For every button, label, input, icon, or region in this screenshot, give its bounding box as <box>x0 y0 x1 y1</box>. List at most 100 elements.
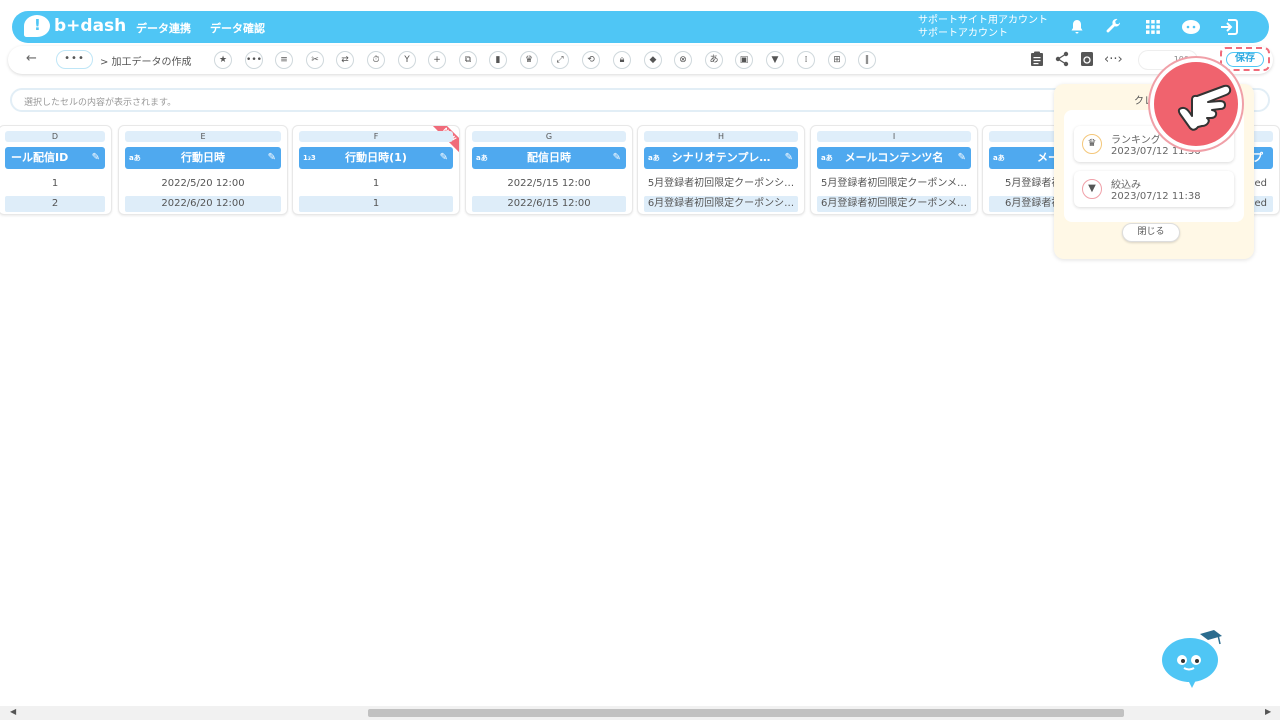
mascot-chat-icon[interactable] <box>1180 17 1202 37</box>
repeat-icon[interactable]: ⟲ <box>582 51 600 69</box>
column-header[interactable]: aあ シナリオテンプレ… ✎ <box>644 147 798 169</box>
clipboard-icon[interactable] <box>1028 51 1046 69</box>
cube-icon[interactable]: ◆ <box>644 51 662 69</box>
crown-icon: ♛ <box>1082 134 1102 154</box>
table-cell[interactable]: 5月登録者初回限定クーポンシ… <box>644 176 798 192</box>
nav-link-data-check[interactable]: データ確認 <box>210 20 265 36</box>
logo-text: b+dash <box>54 16 127 36</box>
swap-icon[interactable]: ⇄ <box>336 51 354 69</box>
pencil-icon[interactable]: ✎ <box>268 147 276 169</box>
translate-icon[interactable]: あ <box>705 51 723 69</box>
column-letter: E <box>125 131 281 142</box>
string-type-icon: aあ <box>821 154 833 162</box>
bell-icon[interactable] <box>1066 17 1088 37</box>
column-letter: I <box>817 131 971 142</box>
history-item-filter[interactable]: ▼ 絞込み 2023/07/12 11:38 <box>1074 171 1234 207</box>
column-g[interactable]: G aあ 配信日時 ✎ 2022/5/15 12:00 2022/6/15 12… <box>465 125 633 215</box>
text-lines-icon[interactable]: ≡ <box>275 51 293 69</box>
column-split-icon[interactable]: ‖ <box>858 51 876 69</box>
string-type-icon: aあ <box>476 154 488 162</box>
history-name: ランキング <box>1111 135 1161 146</box>
column-letter: G <box>472 131 626 142</box>
account-info[interactable]: サポートサイト用アカウント サポートアカウント <box>918 14 1048 40</box>
code-icon[interactable]: ‹··› <box>1104 51 1123 69</box>
copy-icon[interactable]: ⧉ <box>459 51 477 69</box>
column-title: メールコンテンツ名 <box>844 151 944 164</box>
crown-icon[interactable]: ♛ <box>520 51 538 69</box>
toolbar: ← ••• > 加工データの作成 ★ ••• ≡ ✂ ⇄ ⏱ Y + ⧉ ▮ ♛… <box>8 46 1273 74</box>
table-cell[interactable]: 2022/5/15 12:00 <box>472 176 626 192</box>
timer-icon[interactable]: ⏱ <box>367 51 385 69</box>
horizontal-scrollbar[interactable]: ◀ ▶ <box>0 706 1280 720</box>
history-date: 2023/07/12 11:38 <box>1111 191 1201 202</box>
table-cell[interactable]: 2 <box>5 196 105 212</box>
star-icon[interactable]: ★ <box>214 51 232 69</box>
text-split-icon[interactable]: ⁞ <box>797 51 815 69</box>
filter-icon: ▼ <box>1082 179 1102 199</box>
table-cell[interactable]: 1 <box>299 196 453 212</box>
pencil-icon[interactable]: ✎ <box>958 147 966 169</box>
top-nav: b+dash データ連携 データ確認 サポートサイト用アカウント サポートアカウ… <box>12 11 1269 43</box>
table-cell[interactable]: 1 <box>299 176 453 192</box>
table-icon[interactable]: ⊞ <box>828 51 846 69</box>
logout-icon[interactable] <box>1218 17 1240 37</box>
history-name: 絞込み <box>1111 180 1141 191</box>
column-header[interactable]: aあ 行動日時 ✎ <box>125 147 281 169</box>
ellipsis-icon[interactable]: ••• <box>245 51 263 69</box>
string-type-icon: aあ <box>648 154 660 162</box>
scroll-left-arrow-icon[interactable]: ◀ <box>10 707 16 716</box>
save-highlight: 保存 <box>1220 47 1270 71</box>
mascot-icon[interactable] <box>1160 628 1226 688</box>
close-button[interactable]: 閉じる <box>1122 223 1180 242</box>
column-header[interactable]: aあ メールコンテンツ名 ✎ <box>817 147 971 169</box>
pencil-icon[interactable]: ✎ <box>440 147 448 169</box>
plus-icon[interactable]: + <box>428 51 446 69</box>
filter-icon[interactable]: ▼ <box>766 51 784 69</box>
pencil-icon[interactable]: ✎ <box>613 147 621 169</box>
number-type-icon: 1₂3 <box>303 154 316 162</box>
table-cell[interactable]: 2022/5/20 12:00 <box>125 176 281 192</box>
branch-icon[interactable]: Y <box>398 51 416 69</box>
scroll-right-arrow-icon[interactable]: ▶ <box>1265 707 1271 716</box>
refresh-icon[interactable] <box>1078 51 1096 69</box>
scrollbar-thumb[interactable] <box>368 709 1124 717</box>
wrench-icon[interactable] <box>1103 17 1125 37</box>
column-title: 配信日時 <box>527 151 571 164</box>
column-header[interactable]: 1₂3 行動日時(1) ✎ <box>299 147 453 169</box>
back-button[interactable]: ← <box>26 51 37 66</box>
pencil-icon[interactable]: ✎ <box>785 147 793 169</box>
cancel-icon[interactable]: ⊗ <box>674 51 692 69</box>
table-cell[interactable]: 2022/6/15 12:00 <box>472 196 626 212</box>
pointer-hand-icon <box>1150 58 1242 150</box>
column-e[interactable]: E aあ 行動日時 ✎ 2022/5/20 12:00 2022/6/20 12… <box>118 125 288 215</box>
more-button[interactable]: ••• <box>56 50 93 69</box>
table-cell[interactable]: 6月登録者初回限定クーポンシ… <box>644 196 798 212</box>
column-i[interactable]: I aあ メールコンテンツ名 ✎ 5月登録者初回限定クーポンメ… 6月登録者初回… <box>810 125 978 215</box>
table-cell[interactable]: 6月登録者初回限定クーポンメ… <box>817 196 971 212</box>
breadcrumb: > 加工データの作成 <box>100 57 192 68</box>
table-cell[interactable]: 5月登録者初回限定クーポンメ… <box>817 176 971 192</box>
column-h[interactable]: H aあ シナリオテンプレ… ✎ 5月登録者初回限定クーポンシ… 6月登録者初回… <box>637 125 805 215</box>
column-header[interactable]: aあ 配信日時 ✎ <box>472 147 626 169</box>
string-type-icon: aあ <box>129 154 141 162</box>
frame-icon[interactable]: ▣ <box>735 51 753 69</box>
expand-icon[interactable]: ⤢ <box>551 51 569 69</box>
column-f[interactable]: NEW F 1₂3 行動日時(1) ✎ 1 1 <box>292 125 460 215</box>
nav-link-data-integration[interactable]: データ連携 <box>136 20 191 36</box>
logo[interactable]: b+dash <box>24 15 126 37</box>
share-icon[interactable] <box>1053 51 1071 69</box>
cell-content-placeholder: 選択したセルの内容が表示されます。 <box>24 98 177 108</box>
column-title: シナリオテンプレ… <box>671 151 771 164</box>
save-button[interactable]: 保存 <box>1226 52 1264 67</box>
trash-icon[interactable]: ▮ <box>489 51 507 69</box>
grid-menu-icon[interactable] <box>1142 17 1164 37</box>
table-cell[interactable]: 1 <box>5 176 105 192</box>
lock-icon[interactable]: 🔒︎ <box>613 51 631 69</box>
table-cell[interactable]: 2022/6/20 12:00 <box>125 196 281 212</box>
column-header[interactable]: ール配信ID ✎ <box>5 147 105 169</box>
column-d[interactable]: D ール配信ID ✎ 1 2 <box>0 125 112 215</box>
column-letter: F <box>299 131 453 142</box>
pencil-icon[interactable]: ✎ <box>92 147 100 169</box>
cleanse-tools-icon[interactable]: ✂ <box>306 51 324 69</box>
column-title: 行動日時(1) <box>345 151 407 164</box>
